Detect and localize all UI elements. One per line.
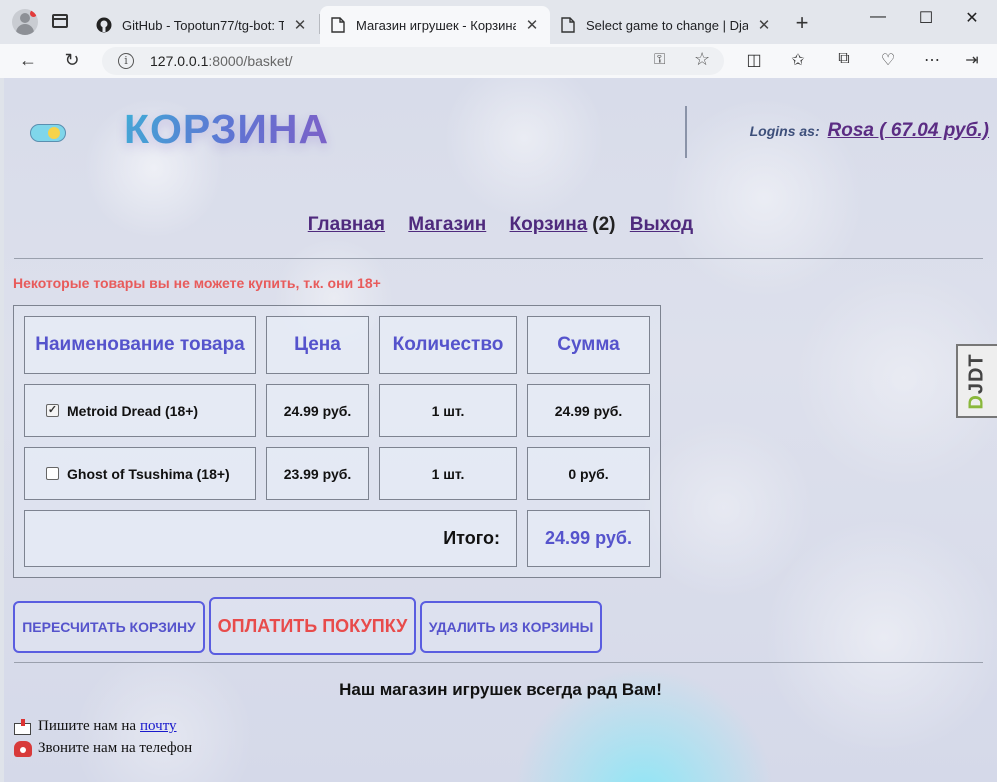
nav-shop-link[interactable]: Магазин [408, 214, 486, 235]
django-debug-toolbar-handle[interactable]: DJDT [956, 344, 997, 418]
product-name: Ghost of Tsushima (18+) [67, 465, 230, 482]
split-screen-icon[interactable]: ◫ [742, 50, 766, 70]
cart-count: (2) [592, 214, 616, 235]
table-row-product: ✓ Metroid Dread (18+) [24, 384, 256, 437]
column-header-quantity: Количество [379, 316, 517, 374]
page-icon [560, 17, 576, 33]
remove-from-cart-button[interactable]: УДАЛИТЬ ИЗ КОРЗИНЫ [420, 601, 602, 653]
header-divider [685, 106, 687, 158]
column-header-product: Наименование товара [24, 316, 256, 374]
url-text: 127.0.0.1:8000/basket/ [150, 53, 293, 69]
product-quantity: 1 шт. [379, 447, 517, 500]
collections-icon[interactable]: ⧉ [832, 50, 856, 68]
product-name: Metroid Dread (18+) [67, 402, 199, 419]
pay-button[interactable]: ОПЛАТИТЬ ПОКУПКУ [209, 597, 416, 655]
weather-icon[interactable] [30, 124, 66, 142]
total-value: 24.99 руб. [527, 510, 650, 567]
product-quantity: 1 шт. [379, 384, 517, 437]
browser-essentials-icon[interactable]: ♡ [876, 50, 900, 70]
favorite-star-icon[interactable]: ☆ [694, 49, 710, 70]
login-label: Logins as: [749, 123, 820, 139]
tab-django-admin[interactable]: Select game to change | Django ✕ [550, 6, 782, 44]
product-price: 24.99 руб. [266, 384, 369, 437]
tab-close-icon[interactable]: ✕ [756, 16, 772, 34]
profile-avatar-icon[interactable] [12, 9, 38, 35]
total-label: Итого: [24, 510, 517, 567]
cart-table: Наименование товара Цена Количество Сумм… [13, 305, 661, 578]
nav-cart-link[interactable]: Корзина [510, 214, 588, 235]
product-sum: 24.99 руб. [527, 384, 650, 437]
tab-title: Select game to change | Django [586, 17, 748, 33]
tab-close-icon[interactable]: ✕ [292, 16, 308, 34]
divider [14, 662, 983, 663]
github-icon [96, 17, 112, 33]
tab-close-icon[interactable]: ✕ [524, 16, 540, 34]
address-bar: ← ↻ i 127.0.0.1:8000/basket/ ⚿ ☆ ◫ ✩ ⧉ ♡… [0, 44, 997, 78]
phone-text: Звоните нам на телефон [38, 740, 193, 756]
djdt-label: DJDT [966, 352, 988, 410]
key-icon[interactable]: ⚿ [654, 51, 665, 68]
tab-title: Магазин игрушек - Корзина [356, 17, 516, 33]
page-title: КОРЗИНА [124, 106, 330, 152]
url-field[interactable]: i 127.0.0.1:8000/basket/ ⚿ ☆ [102, 47, 724, 75]
mail-link[interactable]: почту [140, 718, 177, 735]
contact-mail: Пишите нам на почту [14, 718, 177, 735]
divider [14, 258, 983, 259]
nav-logout-link[interactable]: Выход [630, 214, 693, 235]
info-icon[interactable]: i [118, 53, 134, 69]
main-nav: Главная Магазин Корзина (2) Выход [4, 214, 997, 236]
favorites-icon[interactable]: ✩ [786, 50, 810, 70]
tab-actions-icon[interactable] [52, 14, 68, 28]
column-header-sum: Сумма [527, 316, 650, 374]
recalculate-cart-button[interactable]: ПЕРЕСЧИТАТЬ КОРЗИНУ [13, 601, 205, 653]
row-checkbox[interactable]: ✓ [46, 404, 59, 417]
sidebar-toggle-icon[interactable]: ⇥ [960, 50, 984, 70]
table-row-product: Ghost of Tsushima (18+) [24, 447, 256, 500]
user-profile-link[interactable]: Rosa ( 67.04 руб.) [828, 120, 989, 141]
new-tab-icon[interactable]: + [790, 10, 814, 36]
mail-text: Пишите нам на [38, 718, 137, 734]
reload-icon[interactable]: ↻ [60, 50, 84, 71]
maximize-icon[interactable]: ☐ [906, 8, 946, 28]
tab-title: GitHub - Topotun77/tg-bot: Tele [122, 17, 284, 33]
minimize-icon[interactable]: — [858, 8, 898, 26]
age-warning: Некоторые товары вы не можете купить, т.… [13, 275, 381, 291]
row-checkbox[interactable] [46, 467, 59, 480]
mailbox-icon [14, 718, 32, 735]
nav-home-link[interactable]: Главная [308, 214, 385, 235]
more-options-icon[interactable]: ⋯ [920, 50, 944, 70]
contact-phone: Звоните нам на телефон [14, 740, 192, 757]
telephone-icon [14, 740, 32, 757]
page-content: КОРЗИНА Logins as: Rosa ( 67.04 руб.) Гл… [4, 78, 997, 782]
close-window-icon[interactable]: ✕ [952, 8, 992, 28]
footer-slogan: Наш магазин игрушек всегда рад Вам! [339, 680, 662, 699]
column-header-price: Цена [266, 316, 369, 374]
browser-tab-bar: GitHub - Topotun77/tg-bot: Tele ✕ Магази… [0, 0, 997, 44]
product-price: 23.99 руб. [266, 447, 369, 500]
tab-github[interactable]: GitHub - Topotun77/tg-bot: Tele ✕ [86, 6, 318, 44]
product-sum: 0 руб. [527, 447, 650, 500]
back-arrow-icon[interactable]: ← [16, 50, 40, 71]
login-info: Logins as: Rosa ( 67.04 руб.) [750, 120, 989, 142]
page-icon [330, 17, 346, 33]
tab-basket[interactable]: Магазин игрушек - Корзина ✕ [320, 6, 550, 44]
